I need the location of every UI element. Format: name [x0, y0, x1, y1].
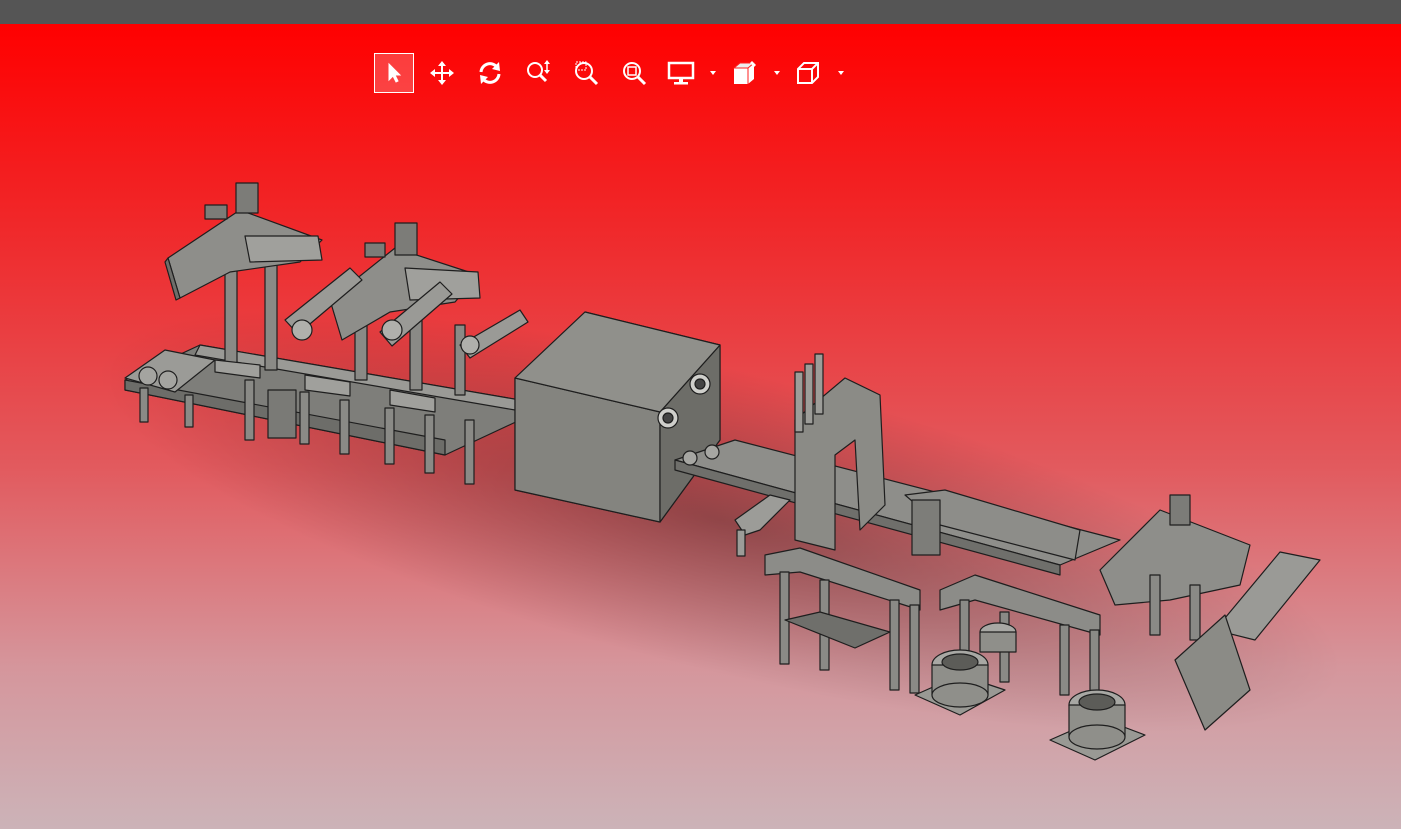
- zoom-tool-button[interactable]: [518, 53, 558, 93]
- section-view-icon: [732, 61, 756, 84]
- rotate-tool-button[interactable]: [470, 53, 510, 93]
- rotate-icon: [479, 62, 501, 84]
- cad-model-assembly[interactable]: [0, 24, 1401, 829]
- display-style-button[interactable]: [662, 53, 720, 93]
- cursor-arrow-icon: [388, 62, 402, 83]
- move-arrows-icon: [430, 61, 454, 85]
- chevron-down-icon[interactable]: [774, 71, 780, 75]
- zoom-window-button[interactable]: [566, 53, 606, 93]
- 3d-viewport[interactable]: [0, 24, 1401, 829]
- select-tool-button[interactable]: [374, 53, 414, 93]
- cube-view-icon: [797, 62, 819, 84]
- chevron-down-icon[interactable]: [838, 71, 844, 75]
- zoom-updown-icon: [527, 60, 550, 83]
- section-view-button[interactable]: [726, 53, 784, 93]
- monitor-icon: [667, 61, 695, 85]
- chevron-down-icon[interactable]: [710, 71, 716, 75]
- view-toolbar: [374, 53, 854, 93]
- view-orientation-button[interactable]: [790, 53, 848, 93]
- pan-tool-button[interactable]: [422, 53, 462, 93]
- zoom-fit-icon: [623, 62, 647, 86]
- zoom-window-icon: [575, 61, 599, 86]
- window-titlebar: [0, 0, 1401, 24]
- zoom-fit-button[interactable]: [614, 53, 654, 93]
